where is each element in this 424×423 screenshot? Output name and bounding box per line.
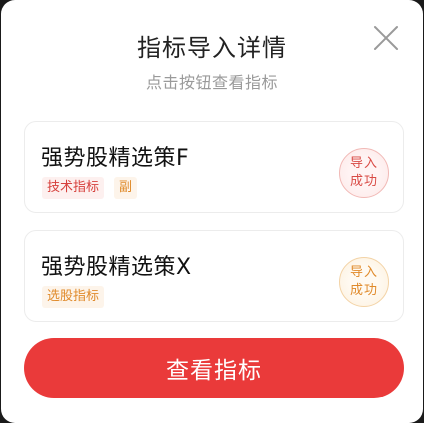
indicator-name: 强势股精选策F — [41, 146, 190, 171]
tag-stock-selection-indicator: 选股指标 — [42, 286, 105, 308]
indicator-name: 强势股精选策X — [41, 255, 192, 280]
stamp-line-2: 成功 — [349, 283, 378, 298]
stamp-line-1: 导入 — [349, 156, 378, 171]
import-success-stamp: 导入 成功 — [339, 148, 389, 198]
close-icon[interactable] — [373, 25, 399, 51]
indicator-card: 强势股精选策F 技术指标 副 导入 成功 — [24, 121, 404, 213]
view-indicators-button[interactable]: 查看指标 — [24, 338, 404, 398]
dialog-title: 指标导入详情 — [137, 34, 287, 62]
tag-technical-indicator: 技术指标 — [42, 177, 105, 199]
indicator-tags: 技术指标 副 — [42, 177, 138, 199]
import-success-stamp: 导入 成功 — [339, 257, 389, 307]
indicator-card: 强势股精选策X 选股指标 导入 成功 — [24, 230, 404, 322]
tag-sub: 副 — [114, 177, 138, 199]
import-details-dialog: 指标导入详情 点击按钮查看指标 强势股精选策F 技术指标 副 导入 成功 强势股… — [1, 0, 423, 423]
dialog-subtitle: 点击按钮查看指标 — [145, 73, 278, 92]
stamp-line-1: 导入 — [349, 265, 378, 280]
indicator-tags: 选股指标 — [42, 286, 105, 308]
stamp-line-2: 成功 — [349, 174, 378, 189]
